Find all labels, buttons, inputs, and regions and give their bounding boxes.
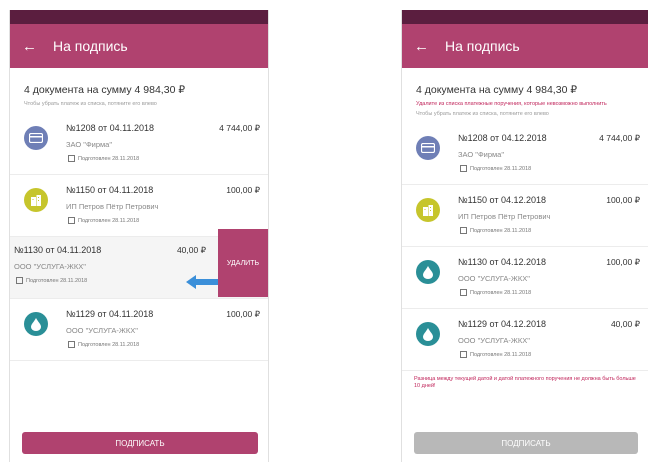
document-status-icon	[68, 155, 75, 162]
document-status-text: Подготовлен 28.11.2018	[78, 155, 140, 162]
page-title: На подпись	[53, 38, 128, 54]
summary-total: 4 документа на сумму 4 984,30 ₽	[416, 84, 578, 96]
back-arrow-icon[interactable]: ←	[22, 39, 37, 54]
document-status: Подготовлен 28.11.2018	[68, 341, 139, 348]
document-status: Подготовлен 28.11.2018	[460, 351, 532, 359]
app-bar: ← На подпись	[10, 24, 268, 68]
water-drop-icon	[24, 312, 48, 336]
sign-button[interactable]: ПОДПИСАТЬ	[22, 432, 258, 454]
document-item[interactable]: №1150 от 04.11.2018 100,00 ₽ ИП Петров П…	[10, 175, 268, 237]
document-status-icon	[16, 277, 23, 284]
document-amount: 4 744,00 ₽	[599, 133, 640, 144]
document-status: Подготовлен 28.11.2018	[16, 277, 87, 284]
document-status: Подготовлен 28.11.2018	[460, 289, 532, 297]
document-status-icon	[460, 289, 467, 297]
app-bar: ← На подпись	[402, 24, 648, 68]
document-status-icon	[460, 227, 467, 235]
page-title: На подпись	[445, 38, 520, 54]
left-screen: ← На подпись 4 документа на сумму 4 984,…	[9, 10, 269, 462]
document-number: №1130 от 04.12.2018	[458, 257, 546, 268]
document-status: Подготовлен 28.11.2018	[460, 165, 532, 173]
document-number: №1208 от 04.11.2018	[66, 123, 154, 133]
document-item[interactable]: №1129 от 04.11.2018 100,00 ₽ ООО "УСЛУГА…	[10, 299, 268, 361]
document-number: №1150 от 04.12.2018	[458, 195, 546, 206]
swipe-hint: Чтобы убрать платеж из списка, потяните …	[416, 111, 549, 118]
document-status-text: Подготовлен 28.11.2018	[470, 227, 532, 234]
document-status-text: Подготовлен 28.11.2018	[470, 351, 532, 358]
document-recipient: ООО "УСЛУГА-ЖКХ"	[458, 336, 530, 346]
document-status-text: Подготовлен 28.11.2018	[78, 217, 140, 224]
right-screen: ← На подпись 4 документа на сумму 4 984,…	[401, 10, 648, 462]
water-drop-icon	[416, 260, 440, 285]
document-status-text: Подготовлен 28.11.2018	[470, 289, 532, 296]
document-item-swiped[interactable]: №1130 от 04.11.2018 40,00 ₽ ООО "УСЛУГА-…	[10, 229, 268, 299]
document-recipient: ООО "УСЛУГА-ЖКХ"	[66, 326, 138, 335]
swipe-hint: Чтобы убрать платеж из списка, потяните …	[24, 101, 157, 107]
document-recipient: ООО "УСЛУГА-ЖКХ"	[458, 274, 530, 284]
document-recipient: ЗАО "Фирма"	[66, 140, 112, 149]
document-amount: 40,00 ₽	[176, 245, 206, 255]
document-amount: 100,00 ₽	[606, 195, 640, 206]
document-status-text: Подготовлен 28.11.2018	[470, 165, 532, 172]
document-status: Подготовлен 28.11.2018	[68, 155, 139, 162]
document-status: Подготовлен 28.11.2018	[68, 217, 139, 224]
document-status-text: Подготовлен 28.11.2018	[78, 341, 140, 348]
document-amount: 4 744,00 ₽	[219, 123, 260, 133]
status-bar	[402, 10, 648, 24]
document-number: №1130 от 04.11.2018	[14, 245, 102, 255]
building-icon	[416, 198, 440, 223]
card-icon	[24, 126, 48, 150]
warning-message: Удалите из списка платежные поручения, к…	[416, 101, 607, 107]
document-recipient: ЗАО "Фирма"	[458, 150, 504, 160]
document-recipient: ИП Петров Пётр Петрович	[458, 212, 551, 222]
documents-summary: 4 документа на сумму 4 984,30 ₽ Удалите …	[402, 68, 648, 123]
document-number: №1208 от 04.12.2018	[458, 133, 547, 144]
swipe-left-arrow-icon	[186, 275, 222, 289]
document-recipient: ИП Петров Пётр Петрович	[66, 202, 159, 211]
document-number: №1129 от 04.12.2018	[458, 319, 546, 330]
document-status-icon	[68, 217, 75, 224]
sign-button-disabled[interactable]: ПОДПИСАТЬ	[414, 432, 638, 454]
documents-summary: 4 документа на сумму 4 984,30 ₽ Чтобы уб…	[10, 68, 268, 113]
document-item[interactable]: №1129 от 04.12.2018 40,00 ₽ ООО "УСЛУГА-…	[402, 309, 648, 372]
document-status-icon	[68, 341, 75, 348]
document-item[interactable]: №1208 от 04.11.2018 4 744,00 ₽ ЗАО "Фирм…	[10, 113, 268, 175]
document-amount: 40,00 ₽	[610, 319, 640, 330]
document-number: №1129 от 04.11.2018	[66, 309, 154, 319]
document-number: №1150 от 04.11.2018	[66, 185, 154, 195]
card-icon	[416, 136, 440, 161]
document-amount: 100,00 ₽	[226, 185, 260, 195]
summary-total: 4 документа на сумму 4 984,30 ₽	[24, 84, 186, 96]
delete-button[interactable]: УДАЛИТЬ	[218, 229, 268, 297]
error-message: Разница между текущей датой и датой плат…	[414, 376, 636, 390]
document-status-icon	[460, 351, 467, 359]
document-item[interactable]: №1150 от 04.12.2018 100,00 ₽ ИП Петров П…	[402, 185, 648, 248]
document-item[interactable]: №1130 от 04.12.2018 100,00 ₽ ООО "УСЛУГА…	[402, 247, 648, 310]
document-amount: 100,00 ₽	[606, 257, 640, 268]
document-status: Подготовлен 28.11.2018	[460, 227, 532, 235]
water-drop-icon	[416, 322, 440, 347]
document-recipient: ООО "УСЛУГА-ЖКХ"	[14, 262, 86, 271]
document-amount: 100,00 ₽	[226, 309, 260, 319]
document-item[interactable]: №1208 от 04.12.2018 4 744,00 ₽ ЗАО "Фирм…	[402, 123, 648, 186]
back-arrow-icon[interactable]: ←	[414, 39, 429, 54]
document-status-text: Подготовлен 28.11.2018	[26, 277, 88, 284]
building-icon	[24, 188, 48, 212]
document-status-icon	[460, 165, 467, 173]
status-bar	[10, 10, 268, 24]
